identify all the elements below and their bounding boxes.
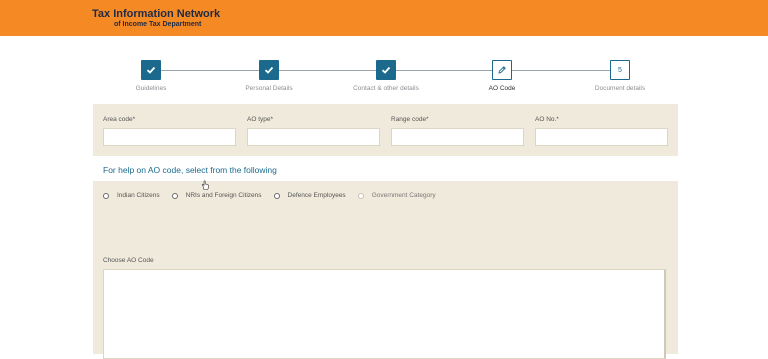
area-code-label: Area code* (103, 116, 136, 123)
step-guidelines[interactable] (141, 60, 161, 80)
hand-cursor-icon (201, 180, 209, 190)
brand-title: Tax Information Network (92, 8, 221, 20)
radio-indian-citizens[interactable] (103, 192, 109, 199)
range-code-input[interactable] (391, 128, 524, 146)
radio-nri-foreign-citizens[interactable] (171, 192, 178, 199)
choose-ao-code-label: Choose AO Code (103, 257, 154, 264)
step-label-guidelines: Guidelines (135, 85, 167, 92)
step-label-ao-code: AO Code (488, 85, 516, 92)
radio-label-nri-foreign-citizens[interactable]: NRIs and Foreign Citizens (186, 192, 262, 199)
ao-fields-panel: Area code* AO type* Range code* AO No.* (93, 104, 678, 156)
step-contact-details[interactable] (376, 60, 396, 80)
radio-label-defence-employees[interactable]: Defence Employees (288, 192, 346, 199)
step-label-document-details: Document details (594, 85, 646, 92)
check-icon (146, 66, 156, 74)
step-label-personal-details: Personal Details (245, 85, 293, 92)
ao-code-list[interactable] (103, 269, 666, 359)
progress-stepper: Guidelines Personal Details Contact & ot… (0, 58, 768, 98)
app-header: Tax Information Network of Income Tax De… (0, 0, 768, 36)
range-code-label: Range code* (391, 116, 429, 123)
step-number: 5 (618, 66, 622, 74)
ao-category-panel: Indian Citizens NRIs and Foreign Citizen… (93, 181, 678, 359)
radio-label-government-category[interactable]: Government Category (372, 192, 436, 199)
ao-no-input[interactable] (535, 128, 668, 146)
ao-help-text: For help on AO code, select from the fol… (103, 165, 277, 175)
area-code-input[interactable] (103, 128, 236, 146)
radio-government-category[interactable] (357, 192, 364, 199)
ao-type-label: AO type* (247, 116, 274, 123)
step-ao-code[interactable] (492, 60, 512, 80)
radio-defence-employees[interactable] (273, 192, 280, 199)
step-document-details[interactable]: 5 (610, 60, 630, 80)
pencil-icon (498, 66, 506, 74)
brand-logo[interactable]: Tax Information Network of Income Tax De… (92, 9, 220, 29)
radio-label-indian-citizens[interactable]: Indian Citizens (117, 192, 160, 199)
category-radio-group: Indian Citizens NRIs and Foreign Citizen… (103, 192, 448, 199)
ao-no-label: AO No.* (535, 116, 559, 123)
brand-subtitle: of Income Tax Department (114, 21, 202, 28)
check-icon (381, 66, 391, 74)
check-icon (264, 66, 274, 74)
ao-type-input[interactable] (247, 128, 380, 146)
step-personal-details[interactable] (259, 60, 279, 80)
step-label-contact-details: Contact & other details (353, 85, 419, 92)
